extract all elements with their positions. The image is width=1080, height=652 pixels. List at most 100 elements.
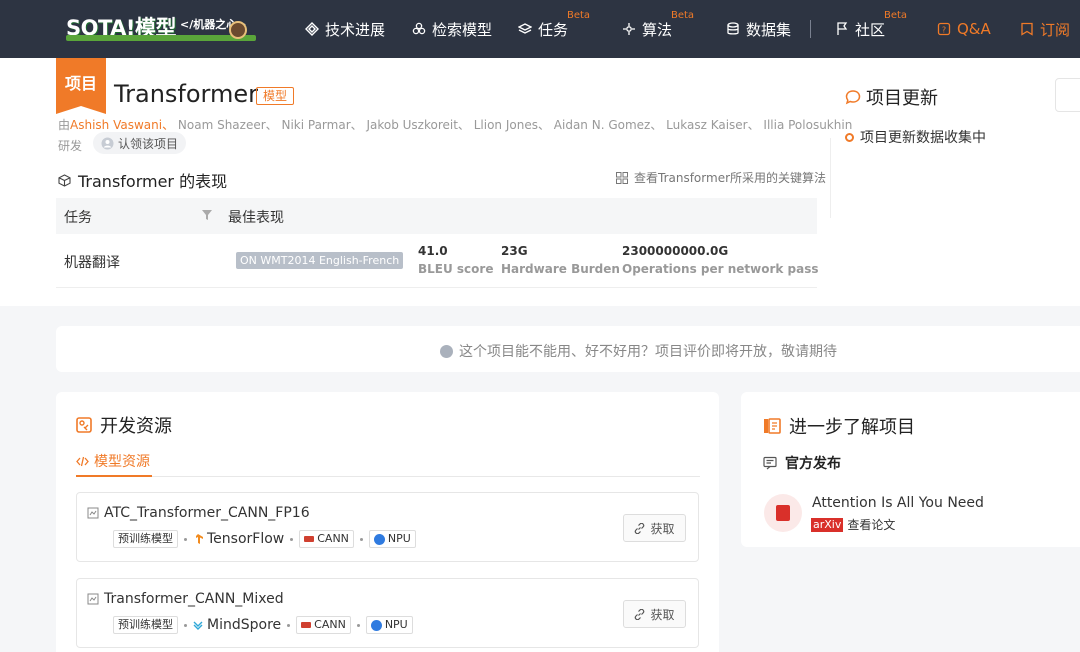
mindspore-icon — [193, 621, 203, 630]
dev-resources-heading: 开发资源 — [76, 412, 172, 438]
nav-label: 技术进展 — [325, 20, 386, 39]
metric-label: Hardware Burden — [501, 262, 620, 276]
authors-prefix: 由 — [58, 118, 71, 132]
nav-label: 算法 — [642, 20, 673, 39]
resource-name[interactable]: ATC_Transformer_CANN_FP16 — [87, 505, 310, 521]
file-icon — [87, 507, 99, 519]
site-logo[interactable]: SOTA!模型 </机器之心> — [66, 13, 256, 41]
claim-label: 认领该项目 — [118, 136, 179, 151]
evaluation-banner-text: 这个项目能不能用、好不好用？项目评价即将开放，敬请期待 — [459, 344, 837, 360]
get-button-label: 获取 — [650, 607, 675, 622]
comment-icon — [440, 344, 453, 358]
project-authors: 由Ashish Vaswani、 Noam Shazeer、 Niki Parm… — [58, 116, 852, 133]
nav-tech-progress[interactable]: 技术进展 — [305, 0, 385, 58]
resource-tags: 预训练模型 TensorFlow CANN NPU — [113, 530, 416, 548]
resource-item: ATC_Transformer_CANN_FP16 预训练模型 TensorFl… — [76, 492, 699, 562]
metric-label: Operations per network pass — [622, 262, 819, 276]
nav-label: 检索模型 — [432, 20, 493, 39]
tag-separator — [184, 623, 187, 627]
tab-active-underline — [76, 475, 152, 477]
framework-name: MindSpore — [207, 617, 282, 633]
nav-tasks[interactable]: 任务 — [518, 0, 568, 58]
device-tag: NPU — [368, 530, 416, 548]
logo-mascot-icon — [229, 21, 247, 39]
nav-community[interactable]: 社区 — [835, 0, 885, 58]
beta-badge: Beta — [884, 10, 908, 21]
nav-algorithms[interactable]: 算法 — [622, 0, 672, 58]
claim-project-button[interactable]: 认领该项目 — [93, 132, 187, 154]
nav-separator — [810, 20, 811, 38]
tag-separator — [359, 537, 363, 541]
model-badge: 模型 — [256, 87, 295, 105]
question-icon: ? — [937, 22, 951, 36]
nav-qa[interactable]: ? Q&A — [937, 0, 991, 58]
evaluation-banner: 这个项目能不能用、好不好用？项目评价即将开放，敬请期待 — [56, 326, 1080, 372]
key-algorithms-link[interactable]: 查看Transformer所采用的关键算法 — [616, 169, 826, 186]
svg-text:?: ? — [942, 26, 946, 35]
device-name: NPU — [384, 618, 408, 631]
layers-icon — [518, 23, 532, 34]
nav-label: 订阅 — [1040, 20, 1071, 39]
algorithm-icon — [623, 23, 635, 35]
resource-name[interactable]: Transformer_CANN_Mixed — [87, 591, 284, 607]
chat-bubble-icon — [845, 90, 861, 105]
resources-icon — [76, 417, 92, 433]
nav-label: 数据集 — [746, 20, 792, 39]
link-icon — [635, 522, 645, 534]
table-row[interactable]: 机器翻译 ON WMT2014 English-French 41.0 BLEU… — [56, 234, 819, 288]
updates-heading-text: 项目更新 — [866, 88, 938, 109]
nav-label: 社区 — [855, 20, 886, 39]
metric-value: 41.0 — [418, 244, 448, 258]
get-resource-button[interactable]: 获取 — [623, 600, 686, 628]
first-author-link[interactable]: Ashish Vaswani、 — [70, 118, 174, 132]
timeline-dot-icon — [845, 132, 854, 142]
tab-model-resources[interactable]: 模型资源 — [76, 451, 150, 471]
logo-grass-decoration — [66, 35, 256, 41]
performance-heading-text: Transformer 的表现 — [78, 172, 228, 191]
platform-name: CANN — [314, 618, 346, 631]
nav-search-models[interactable]: 检索模型 — [412, 0, 492, 58]
file-icon — [87, 593, 99, 605]
official-release-text: 官方发布 — [785, 456, 841, 472]
get-button-label: 获取 — [650, 521, 675, 536]
tag-separator — [184, 537, 187, 541]
learn-more-heading: 进一步了解项目 — [763, 413, 915, 439]
nav-label: Q&A — [957, 20, 991, 38]
key-algorithms-link-text: 查看Transformer所采用的关键算法 — [634, 171, 827, 185]
nav-label: 任务 — [538, 20, 569, 39]
type-tag: 预训练模型 — [113, 616, 178, 634]
beta-badge: Beta — [671, 10, 695, 21]
authors-suffix: 研发 — [58, 139, 83, 153]
nav-subscribe[interactable]: 订阅 — [1020, 0, 1070, 58]
view-paper-link[interactable]: 查看论文 — [847, 516, 895, 533]
learn-more-card: 进一步了解项目 官方发布 Attention Is All You Need a… — [741, 392, 1080, 547]
dataset-pill[interactable]: ON WMT2014 English-French — [236, 252, 404, 269]
other-authors: Noam Shazeer、 Niki Parmar、 Jakob Uszkore… — [174, 118, 853, 132]
metric-label: BLEU score — [418, 262, 494, 276]
npu-icon — [373, 533, 385, 545]
resource-name-text: Transformer_CANN_Mixed — [104, 591, 284, 607]
beta-badge: Beta — [567, 10, 591, 21]
nav-datasets[interactable]: 数据集 — [726, 0, 791, 58]
announcement-icon — [763, 456, 777, 470]
paper-title-link[interactable]: Attention Is All You Need — [812, 495, 984, 511]
framework-name: TensorFlow — [207, 531, 285, 547]
metric-bleu: 41.0 BLEU score — [418, 244, 493, 276]
framework-tag: TensorFlow — [193, 531, 284, 547]
side-panel-edge — [1055, 78, 1080, 112]
platform-tag: CANN — [296, 616, 351, 634]
performance-table-header: 任务 最佳表现 — [56, 198, 817, 234]
bookmark-icon — [1021, 22, 1033, 36]
task-cell: 机器翻译 — [64, 255, 120, 271]
project-title: Transformer — [114, 80, 259, 108]
get-resource-button[interactable]: 获取 — [623, 514, 686, 542]
model-search-icon — [412, 22, 426, 35]
update-item: 项目更新数据收集中 — [845, 127, 986, 147]
platform-tag: CANN — [299, 530, 354, 548]
filter-icon[interactable] — [202, 210, 212, 220]
user-icon — [101, 137, 114, 149]
device-name: NPU — [387, 532, 411, 545]
metric-operations: 2300000000.0G Operations per network pas… — [622, 244, 819, 276]
resource-tags: 预训练模型 MindSpore CANN NPU — [113, 616, 413, 634]
tensorflow-icon — [196, 534, 203, 544]
